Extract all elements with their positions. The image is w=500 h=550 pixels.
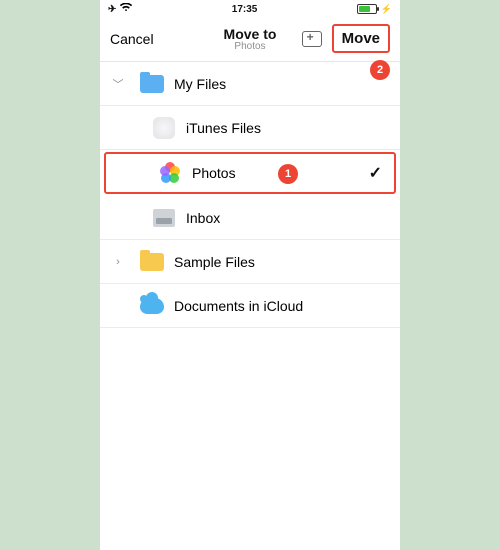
folder-icon xyxy=(140,75,164,93)
status-time: 17:35 xyxy=(232,4,258,15)
row-inbox[interactable]: Inbox xyxy=(100,196,400,240)
row-label: iTunes Files xyxy=(180,120,388,136)
folder-list: ﹀ My Files iTunes Files Photos 1 ✓ xyxy=(100,62,400,328)
folder-icon xyxy=(140,253,164,271)
chevron-right-icon: › xyxy=(116,256,120,268)
move-button-highlight: Move xyxy=(332,24,390,53)
chevron-down-icon: ﹀ xyxy=(113,76,124,92)
row-my-files[interactable]: ﹀ My Files xyxy=(100,62,400,106)
row-itunes-files[interactable]: iTunes Files xyxy=(100,106,400,150)
photos-icon xyxy=(159,162,181,184)
status-bar: ✈︎ 17:35 ⚡ xyxy=(100,0,400,18)
itunes-icon xyxy=(153,117,175,139)
charging-icon: ⚡ xyxy=(381,4,392,15)
new-folder-icon[interactable] xyxy=(302,31,322,47)
row-label: My Files xyxy=(168,76,388,92)
airplane-icon: ✈︎ xyxy=(108,4,116,15)
checkmark-icon: ✓ xyxy=(369,163,382,183)
row-label: Documents in iCloud xyxy=(168,298,388,314)
wifi-icon xyxy=(120,3,132,15)
nav-bar: Cancel Move to Photos Move xyxy=(100,18,400,62)
row-photos-selected[interactable]: Photos 1 ✓ xyxy=(104,152,396,194)
battery-icon xyxy=(357,4,377,14)
row-icloud[interactable]: Documents in iCloud xyxy=(100,284,400,328)
row-label: Inbox xyxy=(180,210,388,226)
row-label: Sample Files xyxy=(168,254,388,270)
annotation-step-1: 1 xyxy=(278,164,298,184)
row-sample-files[interactable]: › Sample Files xyxy=(100,240,400,284)
move-button[interactable]: Move xyxy=(342,30,380,47)
inbox-icon xyxy=(153,209,175,227)
cancel-button[interactable]: Cancel xyxy=(110,31,154,47)
annotation-step-2: 2 xyxy=(370,60,390,80)
cloud-icon xyxy=(140,298,164,314)
